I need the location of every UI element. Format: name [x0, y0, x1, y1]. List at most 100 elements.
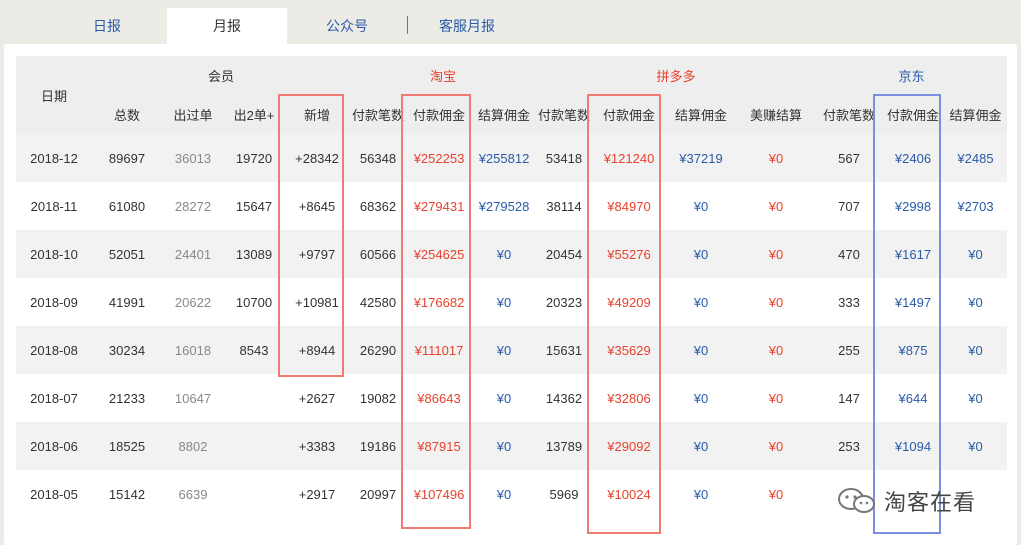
cell-new: +10981 [284, 278, 350, 326]
cell-meizhuan-settle: ¥0 [736, 422, 816, 470]
cell-date: 2018-09 [16, 278, 92, 326]
table-row: 2018-12 89697 36013 19720 +28342 56348 ¥252253… [16, 134, 1007, 182]
cell-taobao-pay-commission: ¥86643 [406, 374, 472, 422]
cell-pdd-pay-commission: ¥84970 [592, 182, 666, 230]
cell-jd-settle-commission: ¥0 [944, 230, 1007, 278]
header-col-ordered: 出过单 [162, 94, 224, 134]
tab-divider [407, 16, 408, 34]
cell-pdd-settle-commission: ¥0 [666, 374, 736, 422]
cell-date: 2018-12 [16, 134, 92, 182]
cell-taobao-pay-count: 19082 [350, 374, 406, 422]
watermark: 淘客在看 [836, 486, 976, 516]
tab-customer-service-monthly[interactable]: 客服月报 [422, 8, 512, 44]
cell-taobao-settle-commission: ¥0 [472, 374, 536, 422]
cell-ordered-2plus: 19720 [224, 134, 284, 182]
cell-jd-pay-commission: ¥2998 [882, 182, 944, 230]
cell-pdd-settle-commission: ¥0 [666, 182, 736, 230]
cell-jd-pay-commission: ¥1094 [882, 422, 944, 470]
cell-pdd-pay-commission: ¥49209 [592, 278, 666, 326]
header-col-taobao-pay-commission: 付款佣金 [406, 94, 472, 134]
header-col-jd-settle-commission: 结算佣金 [944, 94, 1007, 134]
table-body: 2018-12 89697 36013 19720 +28342 56348 ¥252253… [16, 134, 1007, 518]
cell-jd-pay-count: 333 [816, 278, 882, 326]
cell-taobao-settle-commission: ¥0 [472, 470, 536, 518]
cell-pdd-settle-commission: ¥37219 [666, 134, 736, 182]
cell-date: 2018-08 [16, 326, 92, 374]
cell-total: 52051 [92, 230, 162, 278]
cell-ordered-2plus [224, 422, 284, 470]
cell-pdd-pay-count: 20323 [536, 278, 592, 326]
header-col-pdd-settle-commission: 结算佣金 [666, 94, 736, 134]
cell-taobao-settle-commission: ¥0 [472, 230, 536, 278]
cell-taobao-settle-commission: ¥0 [472, 278, 536, 326]
cell-ordered: 24401 [162, 230, 224, 278]
tab-official-account[interactable]: 公众号 [302, 8, 392, 44]
monthly-report-table: 日期 会员 淘宝 拼多多 京东 总数 出过单 出2单+ 新增 付款笔数 付款佣金… [16, 56, 1007, 518]
cell-taobao-pay-commission: ¥254625 [406, 230, 472, 278]
cell-taobao-pay-count: 42580 [350, 278, 406, 326]
table-row: 2018-08 30234 16018 8543 +8944 26290 ¥111017 ¥0… [16, 326, 1007, 374]
cell-total: 30234 [92, 326, 162, 374]
cell-jd-pay-commission: ¥2406 [882, 134, 944, 182]
cell-meizhuan-settle: ¥0 [736, 182, 816, 230]
cell-ordered: 8802 [162, 422, 224, 470]
cell-date: 2018-07 [16, 374, 92, 422]
monthly-report-panel: 日期 会员 淘宝 拼多多 京东 总数 出过单 出2单+ 新增 付款笔数 付款佣金… [4, 44, 1017, 545]
cell-pdd-settle-commission: ¥0 [666, 278, 736, 326]
cell-ordered-2plus: 8543 [224, 326, 284, 374]
cell-ordered: 28272 [162, 182, 224, 230]
cell-pdd-pay-commission: ¥121240 [592, 134, 666, 182]
cell-jd-settle-commission: ¥2703 [944, 182, 1007, 230]
cell-total: 18525 [92, 422, 162, 470]
cell-pdd-pay-count: 20454 [536, 230, 592, 278]
cell-meizhuan-settle: ¥0 [736, 326, 816, 374]
cell-pdd-pay-count: 14362 [536, 374, 592, 422]
cell-jd-pay-commission: ¥644 [882, 374, 944, 422]
cell-jd-pay-count: 470 [816, 230, 882, 278]
cell-new: +2917 [284, 470, 350, 518]
cell-ordered: 10647 [162, 374, 224, 422]
cell-new: +9797 [284, 230, 350, 278]
cell-ordered-2plus: 13089 [224, 230, 284, 278]
cell-taobao-pay-count: 68362 [350, 182, 406, 230]
tab-daily[interactable]: 日报 [62, 8, 152, 44]
cell-pdd-pay-commission: ¥10024 [592, 470, 666, 518]
table-row: 2018-06 18525 8802 +3383 19186 ¥87915 ¥0 13789 ¥… [16, 422, 1007, 470]
header-col-taobao-settle-commission: 结算佣金 [472, 94, 536, 134]
cell-pdd-pay-commission: ¥55276 [592, 230, 666, 278]
cell-ordered: 16018 [162, 326, 224, 374]
cell-new: +8645 [284, 182, 350, 230]
cell-taobao-pay-commission: ¥107496 [406, 470, 472, 518]
tab-monthly[interactable]: 月报 [167, 8, 287, 44]
table-row: 2018-11 61080 28272 15647 +8645 68362 ¥279431 ¥… [16, 182, 1007, 230]
cell-ordered: 20622 [162, 278, 224, 326]
cell-jd-pay-count: 707 [816, 182, 882, 230]
cell-pdd-pay-count: 53418 [536, 134, 592, 182]
cell-taobao-settle-commission: ¥255812 [472, 134, 536, 182]
table-row: 2018-07 21233 10647 +2627 19082 ¥86643 ¥0 14362… [16, 374, 1007, 422]
cell-taobao-pay-count: 19186 [350, 422, 406, 470]
cell-pdd-settle-commission: ¥0 [666, 326, 736, 374]
cell-pdd-settle-commission: ¥0 [666, 422, 736, 470]
cell-taobao-pay-count: 60566 [350, 230, 406, 278]
cell-total: 41991 [92, 278, 162, 326]
cell-taobao-pay-commission: ¥176682 [406, 278, 472, 326]
cell-taobao-pay-count: 20997 [350, 470, 406, 518]
cell-taobao-settle-commission: ¥279528 [472, 182, 536, 230]
header-col-pdd-pay-count: 付款笔数 [536, 94, 592, 134]
cell-pdd-pay-count: 13789 [536, 422, 592, 470]
cell-taobao-settle-commission: ¥0 [472, 326, 536, 374]
cell-date: 2018-06 [16, 422, 92, 470]
cell-jd-pay-count: 255 [816, 326, 882, 374]
cell-pdd-settle-commission: ¥0 [666, 470, 736, 518]
cell-ordered-2plus: 10700 [224, 278, 284, 326]
table-row: 2018-09 41991 20622 10700 +10981 42580 ¥176682… [16, 278, 1007, 326]
cell-new: +2627 [284, 374, 350, 422]
header-col-pdd-pay-commission: 付款佣金 [592, 94, 666, 134]
header-col-new: 新增 [284, 94, 350, 134]
cell-jd-settle-commission: ¥0 [944, 278, 1007, 326]
header-group-pinduoduo: 拼多多 [536, 56, 816, 94]
header-col-total: 总数 [92, 94, 162, 134]
header-col-ordered-2plus: 出2单+ [224, 94, 284, 134]
cell-pdd-settle-commission: ¥0 [666, 230, 736, 278]
